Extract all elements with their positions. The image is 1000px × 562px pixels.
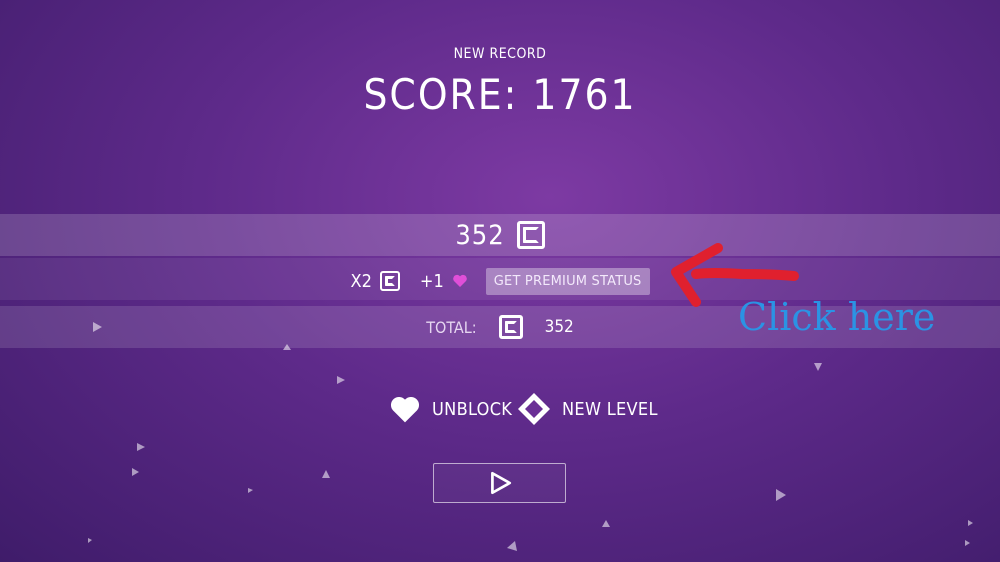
score-title: SCORE: 1761 xyxy=(363,70,637,119)
unblock-label: UNBLOCK xyxy=(432,398,513,420)
diamond-icon xyxy=(518,393,550,425)
heart-icon xyxy=(452,274,467,287)
coin-icon xyxy=(498,315,523,339)
play-icon xyxy=(490,471,511,495)
coins-row: 352 xyxy=(0,214,1000,256)
coin-icon xyxy=(379,271,400,291)
new-level-option[interactable]: NEW LEVEL xyxy=(516,391,658,427)
bonus-row: X2 +1 GET PREMIUM STATUS xyxy=(0,258,1000,300)
multiplier-value: X2 xyxy=(350,270,372,292)
click-here-annotation: Click here xyxy=(738,295,936,339)
new-record-label: NEW RECORD xyxy=(453,46,547,62)
unblock-option[interactable]: UNBLOCK xyxy=(388,393,512,425)
heart-icon xyxy=(390,396,420,423)
total-label: TOTAL: xyxy=(426,317,477,337)
coin-icon xyxy=(516,221,545,249)
play-button[interactable] xyxy=(433,463,566,503)
new-level-label: NEW LEVEL xyxy=(562,398,658,420)
lives-bonus-value: +1 xyxy=(419,270,444,292)
get-premium-status-button[interactable]: GET PREMIUM STATUS xyxy=(485,267,650,295)
coins-value: 352 xyxy=(455,219,505,251)
total-value: 352 xyxy=(544,317,574,337)
